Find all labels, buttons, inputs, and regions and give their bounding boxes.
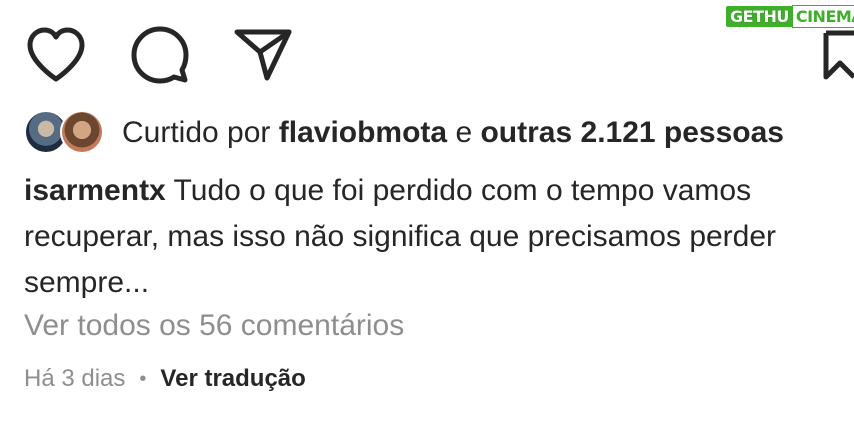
watermark-part2: CINEMA (791, 4, 854, 28)
post-caption: isarmentx Tudo o que foi perdido com o t… (24, 168, 844, 306)
comment-icon (131, 26, 189, 84)
likes-connector: e (455, 116, 473, 149)
avatar (60, 110, 104, 154)
other-likers-link[interactable]: outras 2.121 pessoas (480, 116, 784, 149)
watermark-part1: GETHU (726, 5, 792, 27)
view-all-comments-link[interactable]: Ver todos os 56 comentários (24, 309, 404, 343)
meta-separator: • (139, 367, 147, 390)
likes-summary: Curtido por flaviobmota e outras 2.121 p… (24, 108, 784, 158)
heart-icon (27, 27, 85, 82)
liker-username-link[interactable]: flaviobmota (279, 116, 447, 149)
share-button[interactable] (228, 20, 298, 90)
see-translation-link[interactable]: Ver tradução (160, 365, 305, 393)
save-button[interactable] (808, 20, 854, 90)
comment-button[interactable] (125, 20, 195, 90)
post-timestamp: Há 3 dias (24, 365, 126, 392)
paper-plane-icon (234, 29, 292, 81)
watermark-logo: GETHU CINEMA (726, 4, 854, 28)
likes-prefix: Curtido por (122, 116, 271, 149)
liker-avatars[interactable] (24, 108, 106, 158)
like-button[interactable] (21, 20, 91, 90)
caption-username-link[interactable]: isarmentx (24, 174, 166, 207)
post-meta: Há 3 dias • Ver tradução (24, 362, 306, 396)
likes-text: Curtido por flaviobmota e outras 2.121 p… (122, 116, 784, 150)
bookmark-icon (823, 30, 854, 80)
